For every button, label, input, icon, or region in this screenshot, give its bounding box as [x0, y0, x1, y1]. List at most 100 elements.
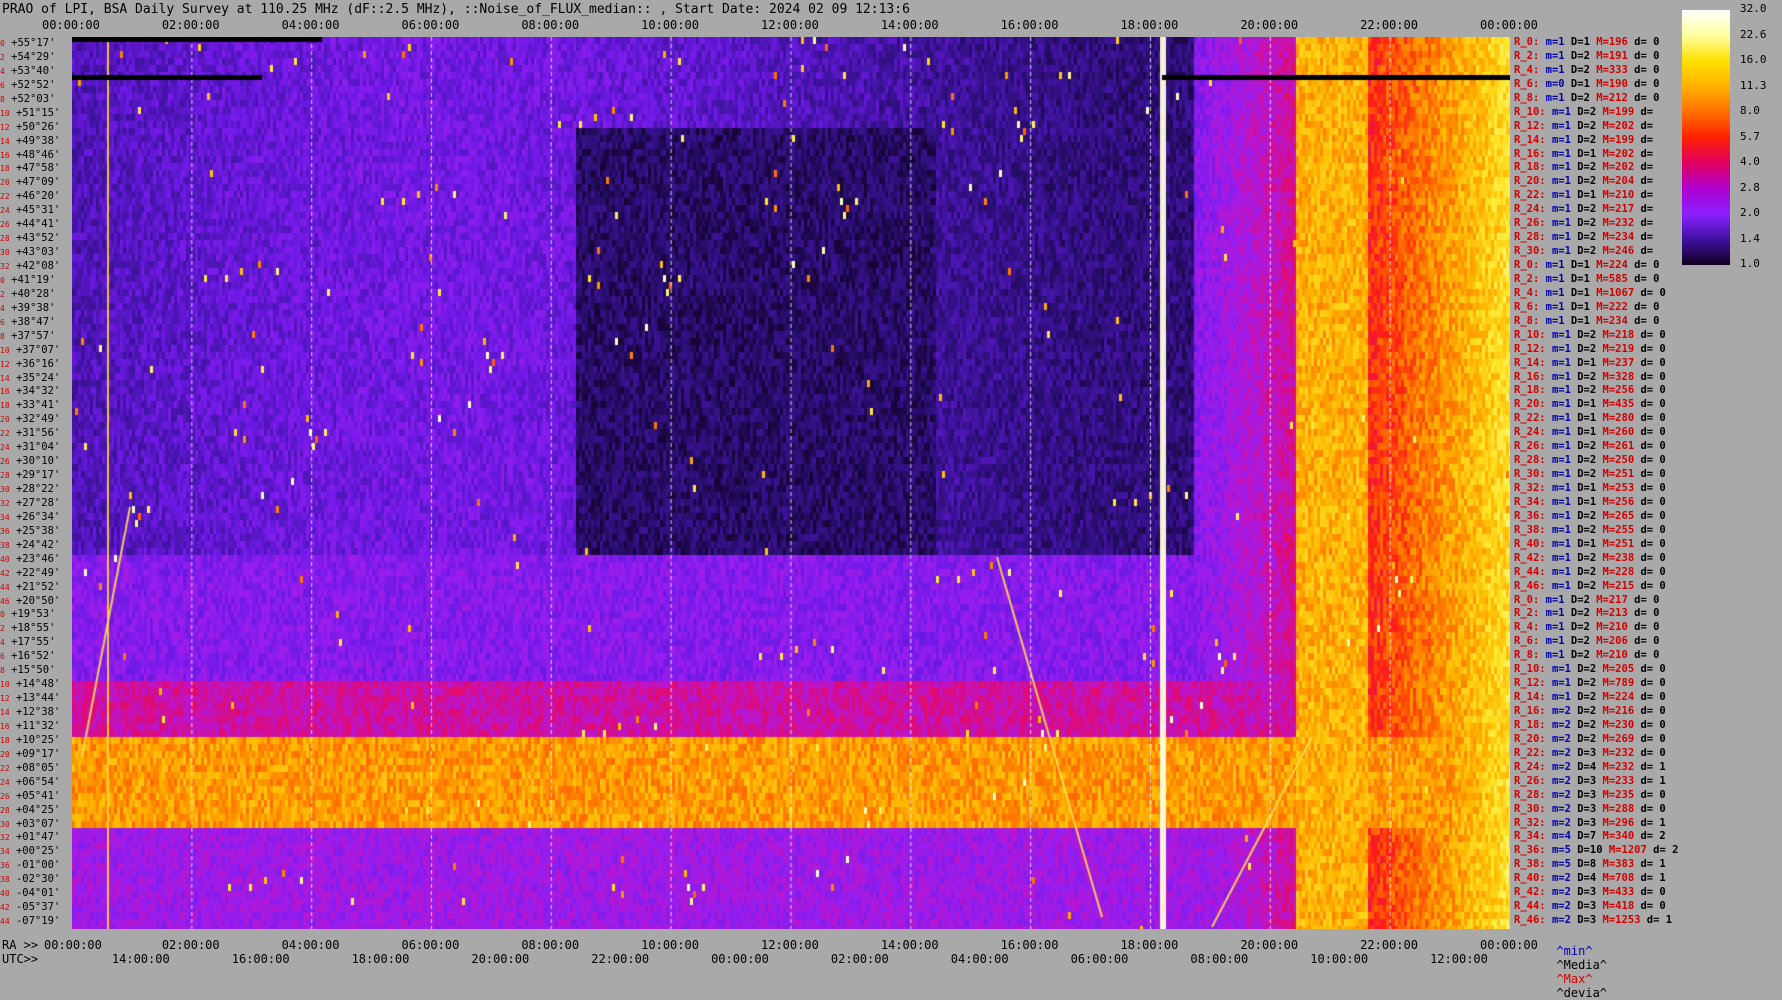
stat-M: M=215 — [1602, 579, 1635, 592]
stat-M: M=251 — [1602, 537, 1635, 550]
row-index: 36 — [0, 526, 10, 536]
stat-r: R_38: — [1514, 858, 1546, 871]
stat-M: M=256 — [1602, 384, 1635, 397]
stat-dv: d= 0 — [1634, 49, 1660, 62]
stat-M: M=199 — [1602, 133, 1635, 146]
stat-dv: d= — [1640, 217, 1654, 230]
stat-d: D=2 — [1570, 607, 1590, 620]
row-index: 34 — [0, 512, 10, 522]
stat-r: R_4: — [1514, 621, 1540, 634]
row-index: 26 — [0, 220, 10, 230]
declination-row-label: 42 -05°37' — [0, 901, 60, 914]
stat-m: m=1 — [1545, 49, 1565, 62]
ra-axis-prefix: RA >> — [2, 938, 39, 952]
declination-value: +28°22' — [9, 483, 61, 495]
stat-m: m=1 — [1551, 412, 1571, 425]
stat-r: R_36: — [1514, 509, 1546, 522]
stat-M: M=340 — [1602, 830, 1635, 843]
stat-dv: d= 0 — [1640, 551, 1666, 564]
stat-r: R_2: — [1514, 49, 1540, 62]
stat-r: R_2: — [1514, 607, 1540, 620]
declination-value: -02°30' — [9, 873, 61, 886]
stat-row: R_2: m=1 D=2 M=213 d= 0 — [1514, 606, 1659, 620]
declination-value: +50°26' — [9, 120, 61, 133]
top-axis-tick: 06:00:00 — [401, 18, 460, 32]
stat-row: R_12: m=1 D=2 M=219 d= 0 — [1514, 342, 1666, 356]
stat-r: R_30: — [1514, 802, 1546, 815]
declination-value: +25°38' — [9, 524, 61, 537]
stat-m: m=1 — [1545, 259, 1565, 271]
utc-axis-tick: 02:00:00 — [830, 952, 889, 966]
stat-m: m=1 — [1551, 231, 1571, 244]
stat-m: m=1 — [1545, 607, 1565, 620]
stat-r: R_44: — [1514, 900, 1546, 913]
colorbar-tick: 11.3 — [1740, 78, 1767, 92]
declination-value: +35°24' — [9, 371, 61, 384]
stat-M: M=230 — [1602, 718, 1635, 731]
stat-m: m=2 — [1551, 872, 1571, 885]
declination-value: +46°20' — [9, 190, 61, 203]
stat-m: m=2 — [1551, 900, 1571, 913]
stat-row: R_44: m=1 D=2 M=228 d= 0 — [1514, 565, 1666, 579]
declination-row-label: 26 +30°10' — [0, 455, 60, 468]
stat-row: R_40: m=1 D=1 M=251 d= 0 — [1514, 537, 1666, 551]
stat-m: m=5 — [1551, 844, 1571, 857]
row-index: 10 — [0, 345, 10, 355]
stat-r: R_32: — [1514, 482, 1546, 494]
stat-M: M=199 — [1602, 105, 1635, 118]
stat-row: R_42: m=1 D=2 M=238 d= 0 — [1514, 551, 1666, 565]
top-axis-tick: 12:00:00 — [761, 18, 819, 32]
declination-row-label: 24 +06°54' — [0, 776, 60, 789]
row-index: 42 — [0, 903, 10, 913]
top-axis-tick: 16:00:00 — [1000, 18, 1059, 32]
colorbar-tick: 5.7 — [1740, 129, 1760, 143]
colorbar-tick: 16.0 — [1740, 53, 1767, 66]
declination-row-label: 18 +47°58' — [0, 162, 60, 175]
stat-r: R_14: — [1514, 133, 1546, 146]
declination-row-label: 22 +31°56' — [0, 427, 60, 440]
stat-d: D=1 — [1577, 356, 1597, 369]
stat-M: M=191 — [1596, 49, 1628, 62]
stat-M: M=190 — [1596, 77, 1628, 90]
stat-r: R_24: — [1514, 760, 1546, 773]
stat-r: R_24: — [1514, 203, 1546, 216]
stat-row: R_30: m=1 D=2 M=246 d= — [1514, 244, 1653, 258]
declination-row-label: 4 +53°40' — [0, 65, 55, 78]
stat-m: m=1 — [1545, 91, 1565, 104]
stat-M: M=218 — [1602, 328, 1635, 341]
declination-value: +08°05' — [9, 761, 61, 774]
stat-row: R_44: m=2 D=3 M=418 d= 0 — [1514, 899, 1666, 913]
row-index: 12 — [0, 694, 10, 704]
stat-d: D=2 — [1577, 231, 1597, 244]
stat-d: D=2 — [1577, 217, 1597, 230]
stat-M: M=1207 — [1608, 844, 1647, 857]
stat-M: M=333 — [1596, 63, 1628, 76]
declination-value: +18°55' — [4, 622, 56, 635]
stat-dv: d= 1 — [1640, 858, 1666, 871]
utc-axis-tick: 20:00:00 — [471, 952, 530, 966]
stat-r: R_6: — [1514, 77, 1540, 90]
stat-m: m=1 — [1551, 245, 1571, 258]
ra-axis-tick: 14:00:00 — [880, 938, 939, 952]
row-index: 32 — [0, 262, 10, 271]
declination-row-label: 2 +54°29' — [0, 51, 55, 64]
declination-value: -01°00' — [9, 859, 61, 872]
stat-r: R_34: — [1514, 830, 1546, 843]
declination-value: +09°17' — [9, 747, 61, 760]
stat-d: D=2 — [1577, 565, 1597, 578]
stat-dv: d= 0 — [1640, 468, 1666, 481]
stat-M: M=296 — [1602, 816, 1635, 829]
stat-dv: d= 1 — [1640, 872, 1666, 885]
stat-M: M=251 — [1602, 468, 1635, 481]
row-index: 10 — [0, 680, 10, 690]
stat-m: m=1 — [1551, 663, 1571, 676]
top-axis-tick: 20:00:00 — [1240, 18, 1299, 32]
stat-row: R_28: m=1 D=2 M=250 d= 0 — [1514, 453, 1666, 467]
row-index: 20 — [0, 415, 10, 425]
stat-row: R_14: m=1 D=2 M=224 d= 0 — [1514, 690, 1666, 704]
declination-value: +49°38' — [9, 134, 61, 147]
stat-m: m=1 — [1551, 119, 1571, 132]
declination-value: +47°09' — [9, 176, 61, 189]
stat-m: m=1 — [1545, 63, 1565, 76]
stat-dv: d= 0 — [1640, 440, 1666, 453]
